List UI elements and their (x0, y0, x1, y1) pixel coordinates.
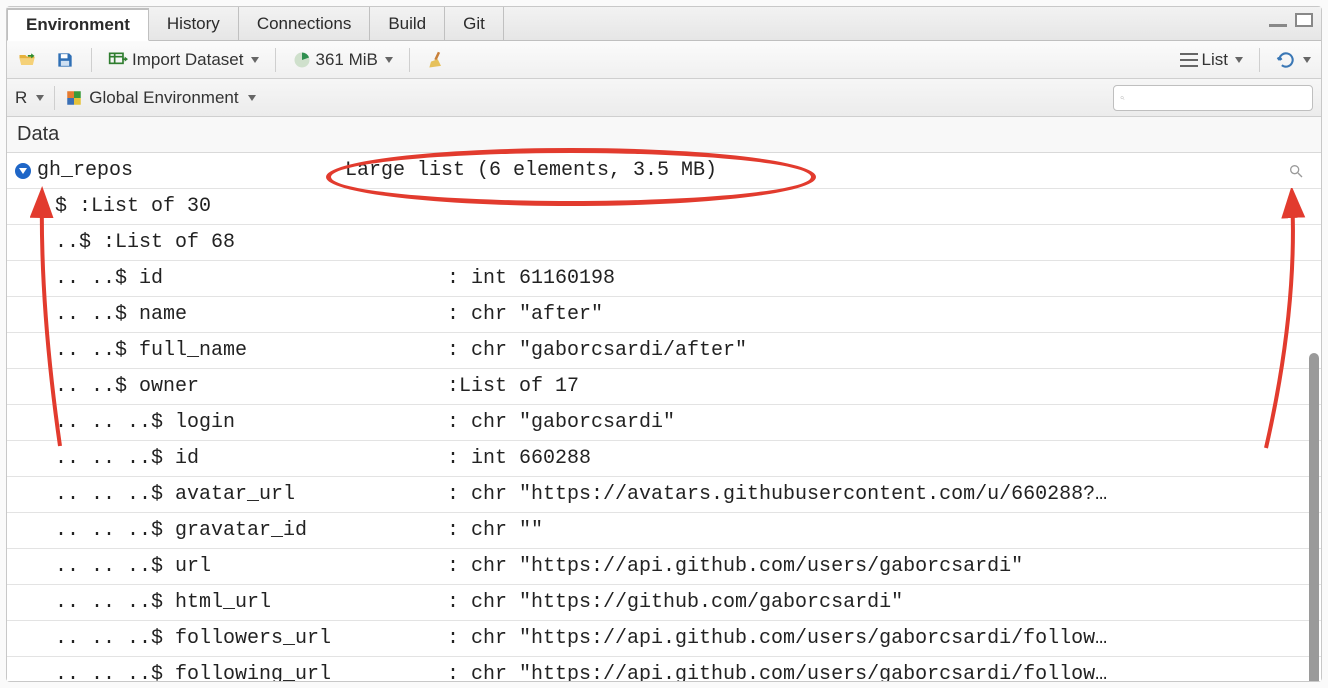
caret-down-icon (248, 95, 256, 101)
row-value: : int 660288 (447, 447, 591, 470)
environment-scope-select[interactable]: Global Environment (65, 88, 255, 108)
environment-search-input[interactable] (1125, 90, 1306, 106)
row-value: : chr "gaborcsardi/after" (447, 339, 747, 362)
environment-search[interactable] (1113, 85, 1313, 111)
grid-import-icon (108, 50, 128, 70)
inspect-object-button[interactable] (1279, 163, 1313, 179)
environment-data-area: Data gh_repos Large list (6 elements, 3.… (7, 117, 1321, 681)
env-scope-bar: R Global Environment (7, 79, 1321, 117)
list-item: ..$ :List of 68 (7, 225, 1321, 261)
caret-down-icon (36, 95, 44, 101)
search-icon (1288, 163, 1304, 179)
memory-label: 361 MiB (316, 50, 378, 70)
pie-icon (292, 50, 312, 70)
list-item: .. ..$ owner :List of 17 (7, 369, 1321, 405)
list-item: .. .. ..$ avatar_url : chr "https://avata… (7, 477, 1321, 513)
tab-environment[interactable]: Environment (7, 8, 149, 41)
list-item: .. .. ..$ html_url : chr "https://github.… (7, 585, 1321, 621)
row-value: : chr "https://github.com/gaborcsardi" (447, 591, 903, 614)
row-value: : chr "gaborcsardi" (447, 411, 675, 434)
object-name: gh_repos (37, 159, 133, 182)
row-name: .. .. ..$ login (55, 411, 235, 434)
data-section-header: Data (7, 117, 1321, 153)
refresh-button[interactable] (1272, 48, 1315, 72)
tab-strip: Environment History Connections Build Gi… (7, 7, 1321, 41)
list-item: .. .. ..$ id : int 660288 (7, 441, 1321, 477)
refresh-icon (1276, 50, 1296, 70)
memory-usage-button[interactable]: 361 MiB (288, 48, 397, 72)
row-name: .. ..$ id (55, 267, 163, 290)
list-item: .. ..$ name : chr "after" (7, 297, 1321, 333)
save-icon (55, 50, 75, 70)
row-text: ..$ :List of 68 (55, 231, 235, 254)
list-item: .. ..$ id : int 61160198 (7, 261, 1321, 297)
list-item: .. .. ..$ url : chr "https://api.github.c… (7, 549, 1321, 585)
row-value: : int 61160198 (447, 267, 615, 290)
row-name: .. .. ..$ url (55, 555, 211, 578)
save-workspace-button[interactable] (51, 48, 79, 72)
clear-workspace-button[interactable] (422, 48, 450, 72)
row-value: : chr "https://avatars.githubusercontent… (447, 483, 1107, 506)
row-name: .. ..$ name (55, 303, 187, 326)
env-toolbar: Import Dataset 361 MiB List (7, 41, 1321, 79)
row-name: .. .. ..$ followers_url (55, 627, 331, 650)
view-mode-label: List (1202, 50, 1228, 70)
row-name: .. .. ..$ avatar_url (55, 483, 295, 506)
row-value: : chr "after" (447, 303, 603, 326)
load-workspace-button[interactable] (13, 48, 41, 72)
folder-open-icon (17, 50, 37, 70)
environment-scope-label: Global Environment (89, 88, 238, 108)
row-value: : chr "https://api.github.com/users/gabo… (447, 627, 1107, 650)
language-select[interactable]: R (15, 88, 44, 108)
list-item: .. ..$ full_name : chr "gaborcsardi/after… (7, 333, 1321, 369)
caret-down-icon (251, 57, 259, 63)
row-name: .. .. ..$ id (55, 447, 199, 470)
row-value: :List of 17 (447, 375, 579, 398)
environment-panel: Environment History Connections Build Gi… (6, 6, 1322, 682)
maximize-icon[interactable] (1295, 13, 1313, 27)
object-summary: Large list (6 elements, 3.5 MB) (345, 159, 1279, 182)
caret-down-icon (385, 57, 393, 63)
scrollbar[interactable] (1309, 353, 1319, 681)
import-dataset-button[interactable]: Import Dataset (104, 48, 263, 72)
tab-connections[interactable]: Connections (239, 7, 371, 40)
tab-build[interactable]: Build (370, 7, 445, 40)
list-item: .. .. ..$ followers_url : chr "https://ap… (7, 621, 1321, 657)
tab-git[interactable]: Git (445, 7, 504, 40)
row-name: .. .. ..$ html_url (55, 591, 271, 614)
row-value: : chr "" (447, 519, 543, 542)
list-item: .. .. ..$ following_url : chr "https://ap… (7, 657, 1321, 681)
row-text: $ :List of 30 (55, 195, 211, 218)
language-label: R (15, 88, 27, 108)
tab-history[interactable]: History (149, 7, 239, 40)
row-name: .. .. ..$ gravatar_id (55, 519, 307, 542)
list-item: .. .. ..$ gravatar_id : chr "" (7, 513, 1321, 549)
view-mode-select[interactable]: List (1176, 48, 1247, 72)
list-item: .. .. ..$ login : chr "gaborcsardi" (7, 405, 1321, 441)
import-dataset-label: Import Dataset (132, 50, 244, 70)
caret-down-icon (1303, 57, 1311, 63)
broom-icon (426, 50, 446, 70)
caret-down-icon (1235, 57, 1243, 63)
row-name: .. .. ..$ following_url (55, 663, 331, 681)
row-value: : chr "https://api.github.com/users/gabo… (447, 663, 1107, 681)
row-name: .. ..$ full_name (55, 339, 247, 362)
object-row[interactable]: gh_repos Large list (6 elements, 3.5 MB) (7, 153, 1321, 189)
list-icon (1180, 53, 1198, 67)
minimize-icon[interactable] (1269, 13, 1287, 27)
package-icon (65, 89, 83, 107)
row-name: .. ..$ owner (55, 375, 199, 398)
expand-toggle-icon[interactable] (15, 163, 31, 179)
row-value: : chr "https://api.github.com/users/gabo… (447, 555, 1023, 578)
list-item: $ :List of 30 (7, 189, 1321, 225)
